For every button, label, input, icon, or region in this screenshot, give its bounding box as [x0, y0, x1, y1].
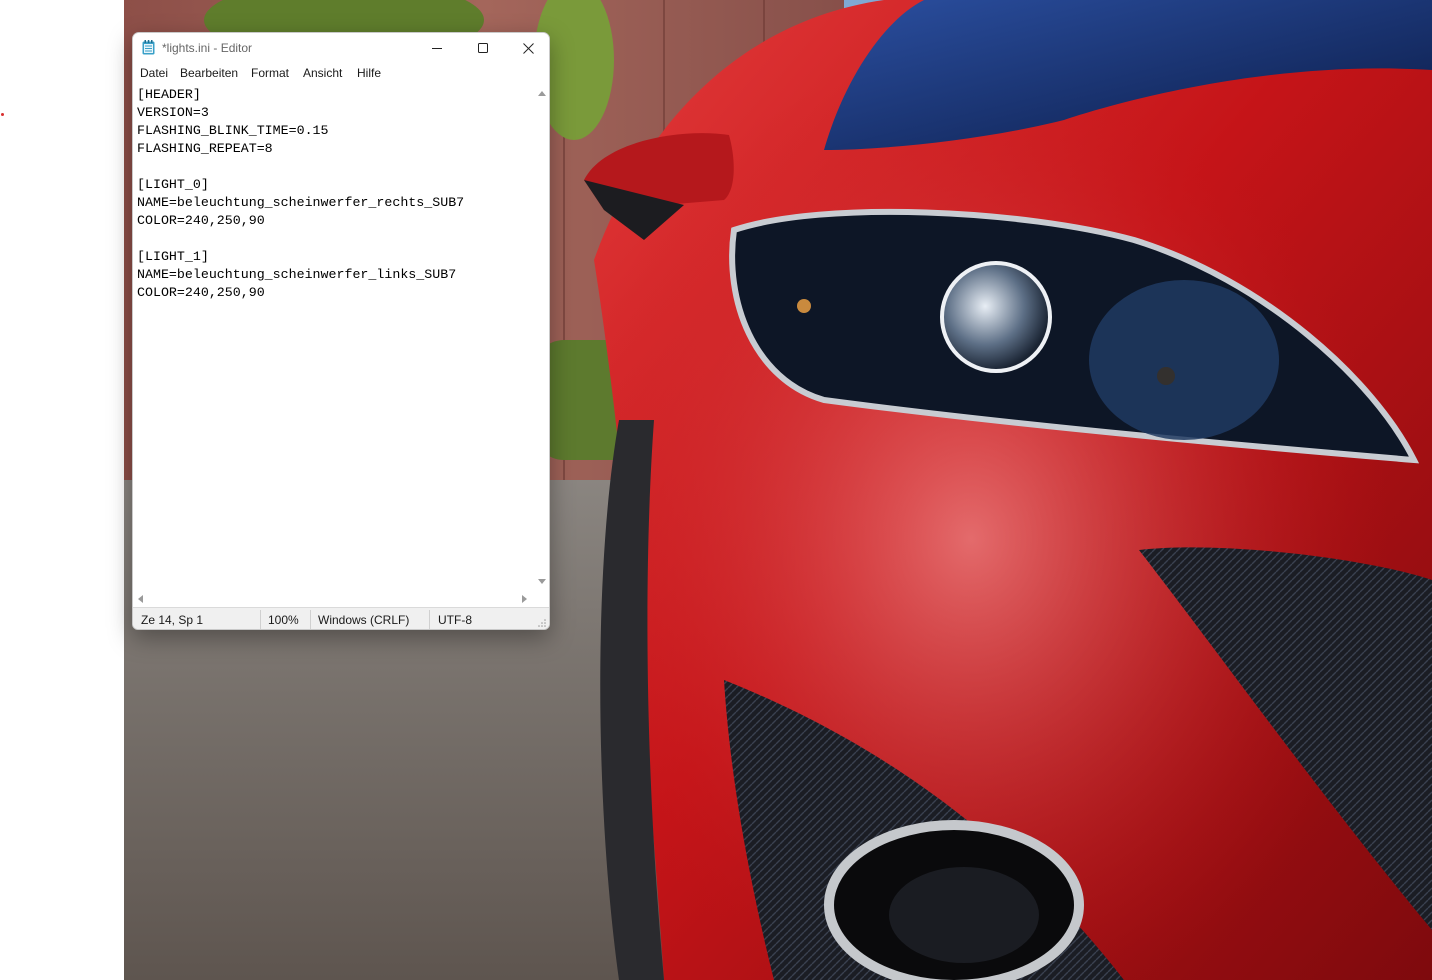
scroll-up-icon — [538, 91, 546, 96]
close-icon — [522, 42, 534, 54]
minimize-button[interactable] — [414, 33, 460, 63]
status-line-ending: Windows (CRLF) — [318, 613, 410, 627]
text-editor[interactable]: [HEADER] VERSION=3 FLASHING_BLINK_TIME=0… — [133, 84, 534, 591]
menu-format[interactable]: Format — [251, 66, 289, 80]
menu-ansicht[interactable]: Ansicht — [303, 66, 342, 80]
horizontal-scrollbar-arrows — [138, 595, 527, 603]
window-title: *lights.ini - Editor — [162, 41, 253, 55]
minimize-icon — [432, 48, 442, 49]
maximize-button[interactable] — [460, 33, 506, 63]
resize-grip-icon[interactable] — [537, 618, 547, 628]
menu-bar: Datei Bearbeiten Format Ansicht Hilfe — [133, 63, 549, 83]
title-bar[interactable]: *lights.ini - Editor — [133, 33, 549, 63]
red-dot — [1, 113, 4, 116]
notepad-window: *lights.ini - Editor Datei Bearbeiten Fo… — [132, 32, 550, 630]
scroll-left-icon — [138, 595, 143, 603]
maximize-icon — [478, 43, 488, 53]
vertical-scrollbar-arrows — [538, 91, 546, 584]
close-button[interactable] — [505, 33, 549, 63]
editor-content[interactable]: [HEADER] VERSION=3 FLASHING_BLINK_TIME=0… — [137, 86, 530, 302]
vertical-scrollbar[interactable] — [534, 84, 549, 591]
horizontal-scrollbar[interactable] — [133, 591, 534, 607]
status-encoding: UTF-8 — [438, 613, 472, 627]
status-divider — [429, 610, 430, 629]
status-bar: Ze 14, Sp 1 100% Windows (CRLF) UTF-8 — [133, 607, 549, 629]
desktop-left-margin — [0, 0, 124, 980]
menu-hilfe[interactable]: Hilfe — [357, 66, 381, 80]
status-divider — [310, 610, 311, 629]
scroll-right-icon — [522, 595, 527, 603]
menu-datei[interactable]: Datei — [140, 66, 168, 80]
scroll-down-icon — [538, 579, 546, 584]
status-position: Ze 14, Sp 1 — [141, 613, 204, 627]
status-divider — [260, 610, 261, 629]
menu-bearbeiten[interactable]: Bearbeiten — [180, 66, 238, 80]
status-zoom: 100% — [268, 613, 299, 627]
notepad-icon — [142, 40, 155, 55]
